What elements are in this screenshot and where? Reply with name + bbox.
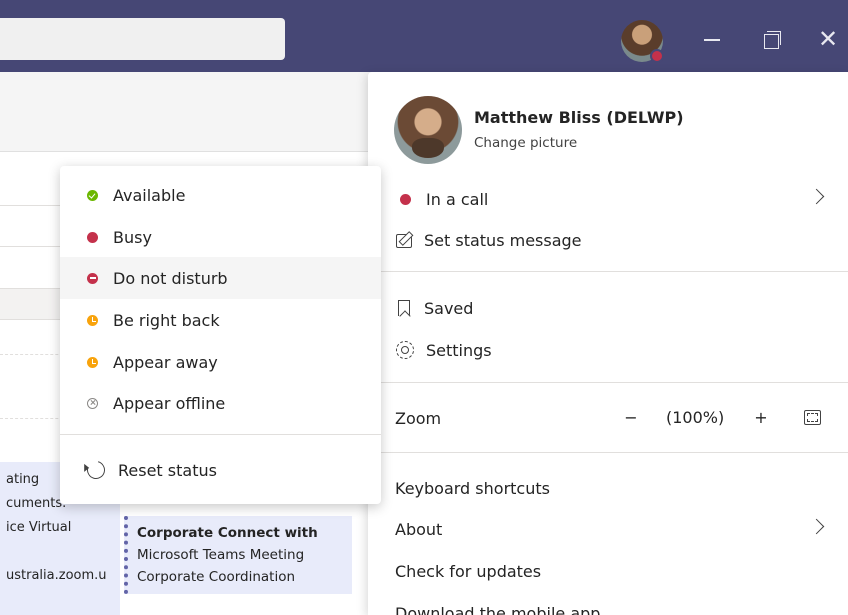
status-option-label: Be right back	[113, 310, 220, 330]
title-bar: ✕	[0, 0, 848, 72]
bookmark-icon	[398, 300, 410, 316]
status-option-busy[interactable]: Busy	[60, 216, 381, 258]
close-button[interactable]: ✕	[813, 24, 843, 54]
busy-status-icon	[400, 193, 411, 205]
about-label: About	[395, 519, 443, 539]
status-option-appear-offline[interactable]: Appear offline	[60, 382, 381, 424]
keyboard-shortcuts-button[interactable]: Keyboard shortcuts	[368, 468, 848, 508]
search-input[interactable]	[0, 18, 285, 60]
status-option-label: Appear offline	[113, 393, 226, 413]
current-status-label: In a call	[426, 189, 489, 209]
about-button[interactable]: About	[368, 509, 848, 549]
zoom-row: Zoom − (100%) +	[368, 398, 848, 438]
status-option-label: Busy	[113, 227, 152, 247]
reset-icon	[83, 457, 109, 483]
appear-offline-icon	[87, 397, 98, 409]
event-subtitle: Microsoft Teams Meeting	[137, 547, 305, 563]
download-mobile-app-label: Download the mobile app	[395, 603, 601, 615]
status-option-label: Available	[113, 185, 186, 205]
event-text: cuments.	[6, 496, 67, 511]
calendar-event[interactable]: Corporate Connect with Microsoft Teams M…	[124, 516, 352, 594]
zoom-label: Zoom	[395, 408, 442, 428]
download-mobile-app-button[interactable]: Download the mobile app	[368, 593, 848, 615]
chevron-right-icon	[808, 518, 825, 535]
saved-button[interactable]: Saved	[368, 288, 848, 328]
profile-name: Matthew Bliss (DELWP)	[474, 108, 684, 127]
edit-icon	[396, 234, 412, 248]
zoom-level: (100%)	[666, 408, 725, 427]
be-right-back-icon	[87, 314, 98, 326]
status-selector[interactable]: In a call	[368, 179, 848, 219]
reset-status-label: Reset status	[118, 460, 217, 480]
set-status-message-button[interactable]: Set status message	[368, 220, 848, 260]
set-status-message-label: Set status message	[424, 230, 582, 250]
keyboard-shortcuts-label: Keyboard shortcuts	[395, 478, 550, 498]
divider	[368, 271, 848, 272]
event-text: ating	[6, 472, 40, 487]
busy-presence-icon	[650, 49, 664, 63]
reset-status-button[interactable]: Reset status	[60, 449, 381, 491]
fullscreen-icon[interactable]	[804, 410, 821, 425]
do-not-disturb-icon	[87, 272, 98, 284]
settings-button[interactable]: Settings	[368, 330, 848, 370]
profile-avatar-button[interactable]	[621, 20, 664, 63]
minimize-button[interactable]	[697, 24, 727, 54]
zoom-in-button[interactable]: +	[751, 398, 771, 438]
saved-label: Saved	[424, 298, 474, 318]
restore-button[interactable]	[756, 24, 786, 54]
zoom-out-button[interactable]: −	[621, 398, 641, 438]
status-option-available[interactable]: Available	[60, 174, 381, 216]
profile-menu: Matthew Bliss (DELWP) Change picture In …	[368, 72, 848, 615]
divider	[60, 434, 381, 435]
status-option-be-right-back[interactable]: Be right back	[60, 299, 381, 341]
status-submenu: Available Busy Do not disturb Be right b…	[60, 166, 381, 504]
appear-away-icon	[87, 356, 98, 368]
profile-picture	[394, 96, 462, 164]
status-option-label: Do not disturb	[113, 268, 228, 288]
divider	[368, 452, 848, 453]
divider	[368, 382, 848, 383]
change-picture-link[interactable]: Change picture	[474, 135, 577, 151]
event-text: ice Virtual	[6, 520, 72, 535]
settings-label: Settings	[426, 340, 492, 360]
event-text: ustralia.zoom.u	[6, 568, 107, 583]
check-for-updates-label: Check for updates	[395, 561, 542, 581]
available-icon	[87, 189, 98, 201]
content-header	[0, 72, 380, 152]
status-option-appear-away[interactable]: Appear away	[60, 341, 381, 383]
status-option-label: Appear away	[113, 352, 218, 372]
event-title: Corporate Connect with	[137, 525, 318, 541]
busy-icon	[87, 231, 98, 243]
gear-icon	[396, 341, 414, 359]
check-for-updates-button[interactable]: Check for updates	[368, 551, 848, 591]
chevron-right-icon	[808, 188, 825, 205]
status-option-do-not-disturb[interactable]: Do not disturb	[60, 257, 381, 299]
event-subtitle: Corporate Coordination	[137, 569, 296, 585]
